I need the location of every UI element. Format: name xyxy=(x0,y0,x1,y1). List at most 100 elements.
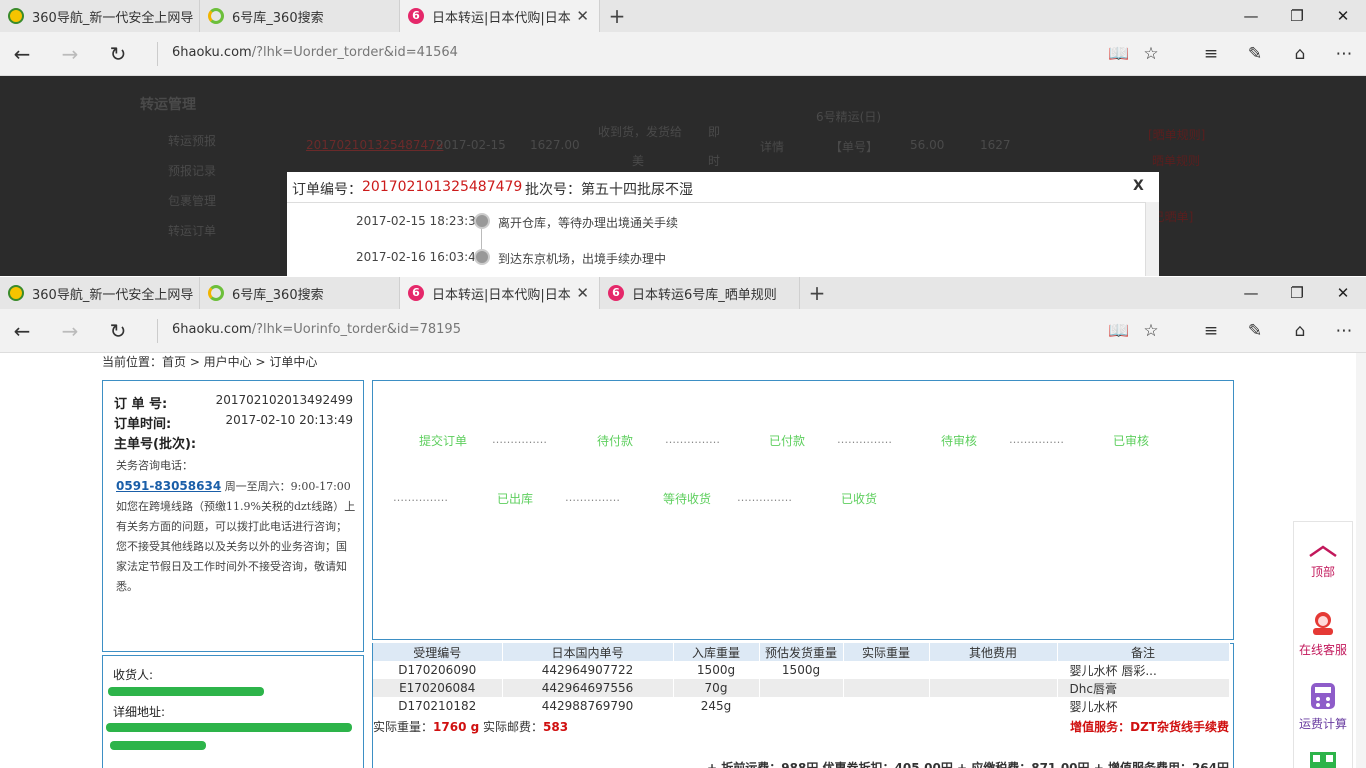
table-cell: D170206090 xyxy=(373,661,503,679)
table-row: E170206084 442964697556 70g Dhc唇膏 xyxy=(373,679,1230,697)
url-field[interactable]: 6haoku.com/?lhk=Uorder_torder&id=41564 xyxy=(172,45,458,60)
main-no-label: 主单号(批次): xyxy=(114,437,197,452)
close-window-button[interactable]: ✕ xyxy=(1320,277,1366,309)
tab-shaidan-rules[interactable]: 6 日本转运6号库_晒单规则 xyxy=(600,277,800,309)
step-connector: …………… xyxy=(1009,433,1064,446)
table-row: D170206090 442964907722 1500g 1500g 婴儿水杯… xyxy=(373,661,1230,679)
customs-notice: 关务咨询电话： 0591-83058634 周一至周六：9:00-17:00 如… xyxy=(116,456,356,597)
360-search-icon xyxy=(208,285,224,301)
new-tab-button[interactable]: + xyxy=(802,277,832,309)
back-arrow-icon[interactable]: ← xyxy=(6,315,38,347)
order-time-value: 2017-02-10 20:13:49 xyxy=(225,413,353,427)
page-scrollbar[interactable] xyxy=(1356,353,1366,768)
tab-360-search[interactable]: 6号库_360搜索 xyxy=(200,0,400,32)
back-arrow-icon[interactable]: ← xyxy=(6,38,38,70)
timeline-event: 2017-02-15 18:23:33 离开仓库，等待办理出境通关手续 xyxy=(287,213,1147,234)
refresh-icon[interactable]: ↻ xyxy=(102,38,134,70)
step-connector: …………… xyxy=(837,433,892,446)
restore-button[interactable]: ❐ xyxy=(1274,277,1320,309)
hub-icon[interactable]: ≡ xyxy=(1197,40,1225,68)
event-text: 到达东京机场，出境手续办理中 xyxy=(498,252,667,266)
tracking-text: 【单号】 xyxy=(830,140,879,154)
qr-code-button[interactable] xyxy=(1294,752,1352,768)
table-cell xyxy=(759,679,844,697)
calculator-icon xyxy=(1311,683,1335,709)
notice-text: 如您在跨境线路（预缴11.9%关税的dzt线路）上有关务方面的问题，可以拨打此电… xyxy=(116,500,356,593)
phone-link[interactable]: 0591-83058634 xyxy=(116,479,221,493)
step-awaiting-receipt: 等待收货 xyxy=(663,492,712,506)
table-cell: D170210182 xyxy=(373,697,503,715)
order-status-box xyxy=(372,380,1234,640)
order-no-label: 订单编号： xyxy=(292,182,362,198)
refresh-icon[interactable]: ↻ xyxy=(102,315,134,347)
order-link: 201702101325487479 xyxy=(306,138,444,152)
share-icon[interactable]: ⌂ xyxy=(1286,40,1314,68)
url-field[interactable]: 6haoku.com/?lhk=Uorinfo_torder&id=78195 xyxy=(172,322,461,337)
step-shipped: 已出库 xyxy=(497,492,534,506)
event-time: 2017-02-15 18:23:33 xyxy=(356,214,484,228)
online-service-button[interactable]: 在线客服 xyxy=(1294,608,1352,658)
step-reviewed: 已审核 xyxy=(1113,434,1150,448)
line-name: 6号精运(日) xyxy=(816,110,881,124)
close-tab-icon[interactable]: ✕ xyxy=(576,284,589,302)
step-paid: 已付款 xyxy=(769,434,806,448)
order-no-value: 201702102013492499 xyxy=(215,393,353,407)
modal-close-button[interactable]: X xyxy=(1133,178,1144,194)
col-header: 日本国内单号 xyxy=(502,643,674,661)
table-cell xyxy=(843,697,930,715)
favorite-star-icon[interactable]: ☆ xyxy=(1137,40,1165,68)
hours-text: 周一至周六：9:00-17:00 xyxy=(224,480,351,493)
col-header: 备注 xyxy=(1057,643,1230,661)
col-header: 入库重量 xyxy=(673,643,760,661)
more-icon[interactable]: ⋯ xyxy=(1330,40,1358,68)
url-separator xyxy=(157,42,158,66)
col-text: 时 xyxy=(708,154,721,168)
restore-button[interactable]: ❐ xyxy=(1274,0,1320,32)
hub-icon[interactable]: ≡ xyxy=(1197,317,1225,345)
table-cell: 442964907722 xyxy=(502,661,674,679)
receiver-address-label: 详细地址: xyxy=(113,705,166,719)
tab-360-nav[interactable]: 360导航_新一代安全上网导 xyxy=(0,277,200,309)
reading-view-icon[interactable]: 📖 xyxy=(1105,317,1133,345)
tab-360-search[interactable]: 6号库_360搜索 xyxy=(200,277,400,309)
reading-view-icon[interactable]: 📖 xyxy=(1105,40,1133,68)
table-cell xyxy=(929,661,1058,679)
url-separator xyxy=(157,319,158,343)
phone-intro: 关务咨询电话： xyxy=(116,459,193,472)
tab-6haoku-active[interactable]: 6 日本转运|日本代购|日本 ✕ xyxy=(400,0,600,32)
table-cell xyxy=(843,661,930,679)
forward-arrow-icon[interactable]: → xyxy=(54,315,86,347)
step-received: 已收货 xyxy=(841,492,878,506)
minimize-button[interactable]: — xyxy=(1228,277,1274,309)
order-amount: 1627.00 xyxy=(530,138,580,152)
shipping-calculator-button[interactable]: 运费计算 xyxy=(1294,682,1352,732)
table-cell: 1500g xyxy=(673,661,760,679)
table-cell: 1500g xyxy=(759,661,844,679)
fee-total: + 折前运费：988円 优惠券折扣：405.00円 + 应缴税费：871.00円… xyxy=(707,761,1229,768)
postage-label: 实际邮费： xyxy=(483,720,544,734)
close-window-button[interactable]: ✕ xyxy=(1320,0,1366,32)
tab-6haoku-active[interactable]: 6 日本转运|日本代购|日本 ✕ xyxy=(400,277,600,309)
table-cell: 442964697556 xyxy=(502,679,674,697)
modal-scrollbar[interactable] xyxy=(1145,202,1159,276)
minimize-button[interactable]: — xyxy=(1228,0,1274,32)
bg-link: 晒单规则 xyxy=(1152,154,1201,168)
6haoku-icon: 6 xyxy=(608,285,624,301)
web-note-icon[interactable]: ✎ xyxy=(1241,317,1269,345)
col-header: 受理编号 xyxy=(373,643,503,661)
table-cell xyxy=(759,697,844,715)
forward-arrow-icon[interactable]: → xyxy=(54,38,86,70)
360-search-icon xyxy=(208,8,224,24)
more-icon[interactable]: ⋯ xyxy=(1330,317,1358,345)
customer-service-icon xyxy=(1313,612,1333,635)
tab-360-nav[interactable]: 360导航_新一代安全上网导 xyxy=(0,0,200,32)
back-to-top-button[interactable]: 顶部 xyxy=(1294,544,1352,580)
web-note-icon[interactable]: ✎ xyxy=(1241,40,1269,68)
favorite-star-icon[interactable]: ☆ xyxy=(1137,317,1165,345)
step-pending-payment: 待付款 xyxy=(597,434,634,448)
order-status-2: 美 xyxy=(632,154,645,168)
close-tab-icon[interactable]: ✕ xyxy=(576,7,589,25)
order-no-value: 201702101325487479 xyxy=(362,179,523,195)
share-icon[interactable]: ⌂ xyxy=(1286,317,1314,345)
new-tab-button[interactable]: + xyxy=(602,0,632,32)
